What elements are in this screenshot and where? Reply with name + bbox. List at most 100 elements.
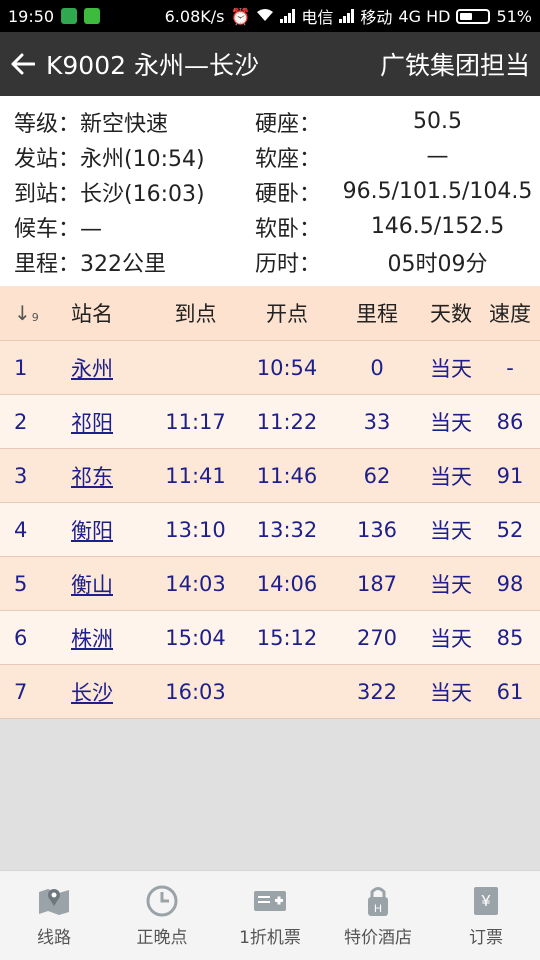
distance: 270 xyxy=(356,625,398,650)
info-row: 发站：永州(10:54) 软座： — xyxy=(0,139,540,174)
arrive-time: 11:17 xyxy=(165,409,226,434)
depart-time: 14:06 xyxy=(256,571,318,596)
speed: - xyxy=(506,355,514,380)
nav-hotel[interactable]: H 特价酒店 xyxy=(324,871,432,960)
day: 当天 xyxy=(430,410,472,435)
nav-flight[interactable]: 1折机票 xyxy=(216,871,324,960)
info-key: 历时： xyxy=(255,251,322,277)
status-time: 19:50 xyxy=(8,6,55,26)
clock-icon xyxy=(144,883,180,919)
signal-icon xyxy=(280,9,296,23)
info-value: — xyxy=(426,144,449,169)
speed: 98 xyxy=(496,571,524,596)
arrive-time: 15:04 xyxy=(165,625,226,650)
table-row[interactable]: 3 祁东 11:41 11:46 62 当天 91 xyxy=(0,449,540,503)
alarm-icon: ⏰ xyxy=(230,6,251,26)
station-link[interactable]: 衡阳 xyxy=(71,519,113,543)
info-arrival: 到站：长沙(16:03) xyxy=(14,181,205,207)
info-value: 146.5/152.5 xyxy=(370,214,505,239)
info-key: 软卧： xyxy=(255,216,322,242)
header-distance: 里程 xyxy=(356,302,398,326)
wifi-icon xyxy=(256,7,274,26)
header-days: 天数 xyxy=(430,302,472,326)
table-row[interactable]: 4 衡阳 13:10 13:32 136 当天 52 xyxy=(0,503,540,557)
table-row[interactable]: 6 株洲 15:04 15:12 270 当天 85 xyxy=(0,611,540,665)
header-station: 站名 xyxy=(71,302,113,326)
distance: 33 xyxy=(363,409,391,434)
row-index: 7 xyxy=(14,679,28,704)
arrive-time: 11:41 xyxy=(165,463,226,488)
train-info-panel: 等级：新空快速 硬座： 50.5 发站：永州(10:54) 软座： — 到站：长沙(… xyxy=(0,96,540,286)
carrier-1: 电信 xyxy=(301,8,334,27)
nav-route[interactable]: 线路 xyxy=(0,871,108,960)
day: 当天 xyxy=(430,356,472,381)
day: 当天 xyxy=(430,626,472,651)
network-type: 4G HD xyxy=(398,6,451,26)
operator-bureau: 广铁集团担当 xyxy=(379,51,530,80)
info-key: 硬座： xyxy=(255,111,322,137)
header-speed: 速度 xyxy=(489,302,531,326)
speed: 52 xyxy=(496,517,524,542)
distance: 187 xyxy=(356,571,398,596)
distance: 0 xyxy=(370,355,384,380)
station-link[interactable]: 衡山 xyxy=(71,573,113,597)
station-link[interactable]: 永州 xyxy=(71,357,113,381)
info-row: 等级：新空快速 硬座： 50.5 xyxy=(0,104,540,139)
ticket-plus-icon xyxy=(252,883,288,919)
nav-booking[interactable]: ¥ 订票 xyxy=(432,871,540,960)
yen-ticket-icon: ¥ xyxy=(468,883,504,919)
svg-text:¥: ¥ xyxy=(481,893,491,910)
nav-label: 1折机票 xyxy=(239,928,301,948)
back-arrow-icon[interactable] xyxy=(8,49,38,79)
table-row[interactable]: 2 祁阳 11:17 11:22 33 当天 86 xyxy=(0,395,540,449)
info-distance: 里程：322公里 xyxy=(14,251,166,277)
info-value: 50.5 xyxy=(413,109,462,134)
table-row[interactable]: 1 永州 10:54 0 当天 - xyxy=(0,341,540,395)
row-index: 1 xyxy=(14,355,28,380)
station-link[interactable]: 祁阳 xyxy=(71,411,113,435)
nav-label: 订票 xyxy=(469,928,503,948)
nav-label: 特价酒店 xyxy=(344,928,412,948)
info-value: 05时09分 xyxy=(387,251,488,277)
timetable: ↓ 9 站名 到点 开点 里程 天数 速度 1 永州 10:54 0 当天 - 2… xyxy=(0,286,540,719)
day: 当天 xyxy=(430,680,472,705)
carrier-2: 移动 xyxy=(360,8,393,27)
distance: 136 xyxy=(356,517,398,542)
station-link[interactable]: 株洲 xyxy=(71,627,113,651)
day: 当天 xyxy=(430,464,472,489)
info-departure: 发站：永州(10:54) xyxy=(14,146,205,172)
info-key: 硬卧： xyxy=(255,181,322,207)
table-row[interactable]: 5 衡山 14:03 14:06 187 当天 98 xyxy=(0,557,540,611)
station-link[interactable]: 长沙 xyxy=(71,681,113,705)
network-speed: 6.08K/s xyxy=(164,6,225,26)
info-row: 候车：— 软卧： 146.5/152.5 xyxy=(0,209,540,244)
info-waiting: 候车：— xyxy=(14,216,103,242)
arrive-time: 14:03 xyxy=(165,571,226,596)
map-icon xyxy=(36,883,72,919)
shield-app-icon xyxy=(61,8,78,24)
depart-time: 15:12 xyxy=(256,625,318,650)
distance: 62 xyxy=(363,463,391,488)
page-title: K9002 永州—长沙 xyxy=(46,51,259,80)
sort-icon[interactable]: ↓ 9 xyxy=(14,301,39,325)
app-bar: K9002 永州—长沙 广铁集团担当 xyxy=(0,32,540,96)
row-index: 6 xyxy=(14,625,28,650)
svg-text:H: H xyxy=(374,903,382,915)
speed: 85 xyxy=(496,625,524,650)
nav-delay[interactable]: 正晚点 xyxy=(108,871,216,960)
row-index: 3 xyxy=(14,463,28,488)
header-depart: 开点 xyxy=(266,302,308,326)
speed: 86 xyxy=(496,409,524,434)
info-grade: 等级：新空快速 xyxy=(14,111,169,137)
info-key: 软座： xyxy=(255,146,322,172)
table-row[interactable]: 7 长沙 16:03 322 当天 61 xyxy=(0,665,540,719)
speed: 61 xyxy=(496,679,524,704)
hotel-lock-icon: H xyxy=(360,883,396,919)
header-arrive: 到点 xyxy=(174,302,217,326)
signal-icon-2 xyxy=(339,9,355,23)
arrive-time: 13:10 xyxy=(165,517,226,542)
day: 当天 xyxy=(430,572,472,597)
station-link[interactable]: 祁东 xyxy=(71,465,113,489)
wechat-icon xyxy=(84,8,101,24)
distance: 322 xyxy=(356,679,398,704)
